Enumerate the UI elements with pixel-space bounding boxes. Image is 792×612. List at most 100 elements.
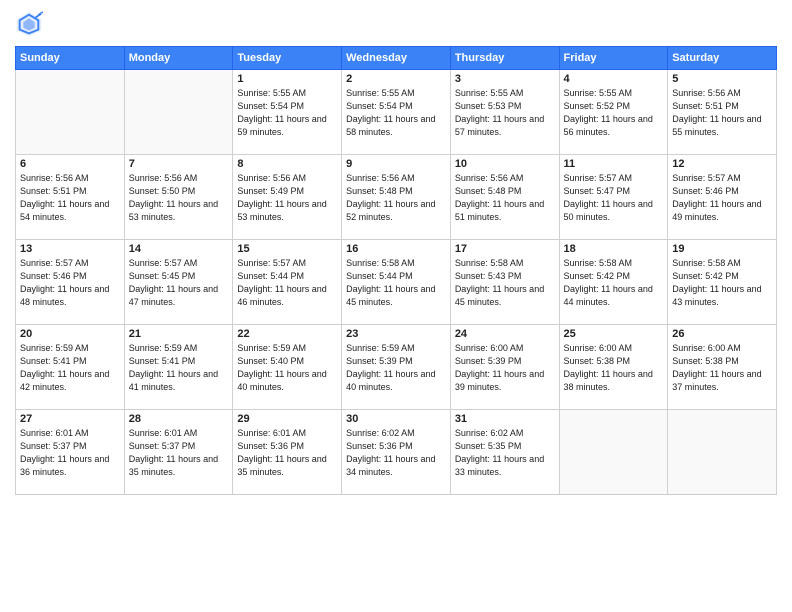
- calendar-cell: 7 Sunrise: 5:56 AMSunset: 5:50 PMDaylight…: [124, 155, 233, 240]
- calendar-cell: 10 Sunrise: 5:56 AMSunset: 5:48 PMDayligh…: [450, 155, 559, 240]
- header: [15, 10, 777, 38]
- day-number: 21: [129, 328, 229, 340]
- day-info: Sunrise: 5:55 AMSunset: 5:53 PMDaylight:…: [455, 87, 555, 139]
- calendar-cell: 18 Sunrise: 5:58 AMSunset: 5:42 PMDayligh…: [559, 240, 668, 325]
- calendar-cell: 16 Sunrise: 5:58 AMSunset: 5:44 PMDayligh…: [342, 240, 451, 325]
- day-number: 30: [346, 413, 446, 425]
- day-number: 31: [455, 413, 555, 425]
- day-info: Sunrise: 5:57 AMSunset: 5:46 PMDaylight:…: [672, 172, 772, 224]
- calendar-cell: 5Sunrise: 5:56 AMSunset: 5:51 PMDaylight…: [668, 70, 777, 155]
- page: SundayMondayTuesdayWednesdayThursdayFrid…: [0, 0, 792, 612]
- day-number: 11: [564, 158, 664, 170]
- calendar-cell: 12Sunrise: 5:57 AMSunset: 5:46 PMDayligh…: [668, 155, 777, 240]
- calendar-cell: 13 Sunrise: 5:57 AMSunset: 5:46 PMDayligh…: [16, 240, 125, 325]
- day-info: Sunrise: 5:57 AMSunset: 5:45 PMDaylight:…: [129, 257, 229, 309]
- day-info: Sunrise: 5:57 AMSunset: 5:46 PMDaylight:…: [20, 257, 120, 309]
- day-info: Sunrise: 5:55 AMSunset: 5:54 PMDaylight:…: [346, 87, 446, 139]
- day-number: 3: [455, 73, 555, 85]
- day-number: 10: [455, 158, 555, 170]
- calendar-cell: 19 Sunrise: 5:58 AMSunset: 5:42 PMDayligh…: [668, 240, 777, 325]
- day-info: Sunrise: 6:02 AMSunset: 5:35 PMDaylight:…: [455, 427, 555, 479]
- calendar-cell: 2Sunrise: 5:55 AMSunset: 5:54 PMDaylight…: [342, 70, 451, 155]
- day-number: 28: [129, 413, 229, 425]
- day-info: Sunrise: 6:00 AMSunset: 5:38 PMDaylight:…: [672, 342, 772, 394]
- calendar-cell: 4Sunrise: 5:55 AMSunset: 5:52 PMDaylight…: [559, 70, 668, 155]
- day-number: 1: [237, 73, 337, 85]
- calendar-cell: 1 Sunrise: 5:55 AMSunset: 5:54 PMDaylight…: [233, 70, 342, 155]
- day-info: Sunrise: 6:01 AMSunset: 5:37 PMDaylight:…: [20, 427, 120, 479]
- day-number: 26: [672, 328, 772, 340]
- day-info: Sunrise: 5:55 AMSunset: 5:54 PMDaylight:…: [237, 87, 337, 139]
- day-number: 20: [20, 328, 120, 340]
- calendar-cell: 15Sunrise: 5:57 AMSunset: 5:44 PMDayligh…: [233, 240, 342, 325]
- calendar-cell: [668, 410, 777, 495]
- weekday-header: Saturday: [668, 47, 777, 70]
- calendar-cell: 6 Sunrise: 5:56 AMSunset: 5:51 PMDaylight…: [16, 155, 125, 240]
- day-number: 23: [346, 328, 446, 340]
- day-number: 13: [20, 243, 120, 255]
- day-info: Sunrise: 5:56 AMSunset: 5:50 PMDaylight:…: [129, 172, 229, 224]
- day-info: Sunrise: 6:00 AMSunset: 5:38 PMDaylight:…: [564, 342, 664, 394]
- calendar-cell: 25 Sunrise: 6:00 AMSunset: 5:38 PMDayligh…: [559, 325, 668, 410]
- calendar-cell: 27 Sunrise: 6:01 AMSunset: 5:37 PMDayligh…: [16, 410, 125, 495]
- calendar-cell: 20 Sunrise: 5:59 AMSunset: 5:41 PMDayligh…: [16, 325, 125, 410]
- day-number: 19: [672, 243, 772, 255]
- day-number: 18: [564, 243, 664, 255]
- day-info: Sunrise: 5:58 AMSunset: 5:42 PMDaylight:…: [564, 257, 664, 309]
- calendar-cell: 3 Sunrise: 5:55 AMSunset: 5:53 PMDaylight…: [450, 70, 559, 155]
- day-info: Sunrise: 5:56 AMSunset: 5:51 PMDaylight:…: [20, 172, 120, 224]
- day-info: Sunrise: 5:59 AMSunset: 5:41 PMDaylight:…: [20, 342, 120, 394]
- day-number: 5: [672, 73, 772, 85]
- logo-icon: [15, 10, 43, 38]
- calendar-cell: 11Sunrise: 5:57 AMSunset: 5:47 PMDayligh…: [559, 155, 668, 240]
- day-info: Sunrise: 5:58 AMSunset: 5:43 PMDaylight:…: [455, 257, 555, 309]
- calendar-cell: 24 Sunrise: 6:00 AMSunset: 5:39 PMDayligh…: [450, 325, 559, 410]
- day-number: 6: [20, 158, 120, 170]
- weekday-header: Thursday: [450, 47, 559, 70]
- day-info: Sunrise: 5:56 AMSunset: 5:48 PMDaylight:…: [455, 172, 555, 224]
- day-number: 24: [455, 328, 555, 340]
- day-info: Sunrise: 6:02 AMSunset: 5:36 PMDaylight:…: [346, 427, 446, 479]
- day-info: Sunrise: 6:01 AMSunset: 5:37 PMDaylight:…: [129, 427, 229, 479]
- day-info: Sunrise: 5:55 AMSunset: 5:52 PMDaylight:…: [564, 87, 664, 139]
- calendar-cell: 8Sunrise: 5:56 AMSunset: 5:49 PMDaylight…: [233, 155, 342, 240]
- calendar-cell: 22 Sunrise: 5:59 AMSunset: 5:40 PMDayligh…: [233, 325, 342, 410]
- calendar-cell: 21 Sunrise: 5:59 AMSunset: 5:41 PMDayligh…: [124, 325, 233, 410]
- day-number: 9: [346, 158, 446, 170]
- calendar-cell: [559, 410, 668, 495]
- calendar-cell: 26 Sunrise: 6:00 AMSunset: 5:38 PMDayligh…: [668, 325, 777, 410]
- weekday-header: Wednesday: [342, 47, 451, 70]
- weekday-header: Monday: [124, 47, 233, 70]
- calendar-cell: [16, 70, 125, 155]
- calendar-cell: 31 Sunrise: 6:02 AMSunset: 5:35 PMDayligh…: [450, 410, 559, 495]
- day-info: Sunrise: 5:58 AMSunset: 5:42 PMDaylight:…: [672, 257, 772, 309]
- calendar-cell: 17 Sunrise: 5:58 AMSunset: 5:43 PMDayligh…: [450, 240, 559, 325]
- calendar-cell: 30 Sunrise: 6:02 AMSunset: 5:36 PMDayligh…: [342, 410, 451, 495]
- weekday-header: Tuesday: [233, 47, 342, 70]
- calendar-table: SundayMondayTuesdayWednesdayThursdayFrid…: [15, 46, 777, 495]
- day-info: Sunrise: 5:59 AMSunset: 5:39 PMDaylight:…: [346, 342, 446, 394]
- calendar-cell: 9 Sunrise: 5:56 AMSunset: 5:48 PMDaylight…: [342, 155, 451, 240]
- day-number: 29: [237, 413, 337, 425]
- day-number: 25: [564, 328, 664, 340]
- day-number: 17: [455, 243, 555, 255]
- logo: [15, 10, 47, 38]
- calendar-cell: [124, 70, 233, 155]
- day-number: 27: [20, 413, 120, 425]
- day-info: Sunrise: 5:59 AMSunset: 5:41 PMDaylight:…: [129, 342, 229, 394]
- day-number: 15: [237, 243, 337, 255]
- calendar-header-row: SundayMondayTuesdayWednesdayThursdayFrid…: [16, 47, 777, 70]
- calendar-cell: 29 Sunrise: 6:01 AMSunset: 5:36 PMDayligh…: [233, 410, 342, 495]
- day-info: Sunrise: 6:00 AMSunset: 5:39 PMDaylight:…: [455, 342, 555, 394]
- day-number: 7: [129, 158, 229, 170]
- calendar-cell: 23 Sunrise: 5:59 AMSunset: 5:39 PMDayligh…: [342, 325, 451, 410]
- day-info: Sunrise: 5:56 AMSunset: 5:48 PMDaylight:…: [346, 172, 446, 224]
- weekday-header: Sunday: [16, 47, 125, 70]
- day-info: Sunrise: 5:58 AMSunset: 5:44 PMDaylight:…: [346, 257, 446, 309]
- day-number: 16: [346, 243, 446, 255]
- day-number: 14: [129, 243, 229, 255]
- day-number: 8: [237, 158, 337, 170]
- day-number: 22: [237, 328, 337, 340]
- day-info: Sunrise: 5:59 AMSunset: 5:40 PMDaylight:…: [237, 342, 337, 394]
- day-info: Sunrise: 6:01 AMSunset: 5:36 PMDaylight:…: [237, 427, 337, 479]
